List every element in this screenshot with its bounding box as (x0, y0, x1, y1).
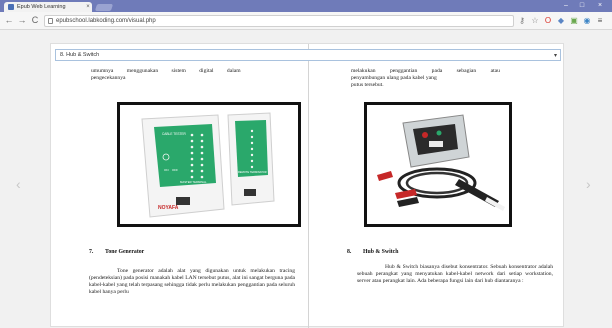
maximize-icon[interactable]: □ (576, 1, 588, 11)
menu-icon[interactable]: ≡ (596, 17, 604, 25)
browser-toolbar: ← → C epubschool.labkoding.com/visual.ph… (0, 12, 612, 30)
right-intro-text-2: penyambungan ulang pada kabel yang (351, 74, 437, 81)
back-icon[interactable]: ← (3, 14, 15, 27)
left-page-intro: umumnya menggunakan sistem digital dalam… (91, 68, 291, 82)
new-tab-button[interactable] (94, 4, 114, 11)
next-page-icon[interactable]: › (586, 176, 591, 192)
close-window-icon[interactable]: × (594, 1, 606, 11)
left-intro-text-2: pengecekannya (91, 74, 126, 81)
close-tab-icon[interactable]: × (84, 4, 92, 10)
ebook-spread: 8. Hub & Switch ▾ umumnya menggunakan si… (50, 43, 564, 328)
tone-generator-image (364, 102, 512, 227)
chevron-down-icon: ▾ (553, 52, 557, 59)
extension-icon[interactable]: ◆ (557, 17, 565, 25)
section-title: Tone Generator (105, 249, 145, 255)
star-icon[interactable]: ☆ (531, 17, 539, 25)
brand-logo: NOYAFA (158, 205, 179, 211)
section-heading-hub-switch: 8. Hub & Switch (347, 249, 398, 255)
book-spine (308, 44, 309, 328)
chapter-select-value: 8. Hub & Switch (60, 52, 100, 58)
section-number: 7. (89, 249, 94, 255)
address-bar[interactable]: epubschool.labkoding.com/visual.php (44, 15, 514, 27)
extension-toolbar: ⚷ ☆ O ◆ ▣ ◉ ≡ (518, 15, 604, 27)
remote-label: REMOTE TERMINATOR (238, 170, 267, 174)
browser-titlebar: Epub Web Learning × – □ × (0, 0, 612, 12)
extension-icon[interactable]: ◉ (583, 17, 591, 25)
minimize-icon[interactable]: – (560, 1, 572, 11)
section-heading-tone-generator: 7. Tone Generator (89, 249, 144, 255)
opera-icon[interactable]: O (544, 17, 552, 25)
right-intro-text-1: melakukan penggantian pada sebagian atau (351, 68, 500, 74)
cable-tester-image: CABLE TESTER ON OFF MASTER TERMINAL REMO… (117, 102, 301, 227)
forward-icon[interactable]: → (16, 14, 28, 27)
hub-switch-paragraph: Hub & Switch biasanya disebut konsentrat… (357, 264, 553, 284)
off-label: OFF (172, 168, 178, 172)
previous-page-icon[interactable]: ‹ (16, 176, 21, 192)
book-icon (8, 4, 14, 10)
page-icon (48, 18, 53, 24)
left-intro-line-1: umumnya menggunakan sistem digital dalam (91, 68, 291, 75)
right-page-intro: melakukan penggantian pada sebagian atau… (351, 68, 551, 88)
left-intro-text-1: umumnya menggunakan sistem digital dalam (91, 68, 241, 74)
chapter-select[interactable]: 8. Hub & Switch ▾ (55, 49, 561, 61)
tone-generator-paragraph: Tone generator adalah alat yang digunaka… (89, 268, 295, 295)
section-number: 8. (347, 249, 352, 255)
reader-page: ‹ › 8. Hub & Switch ▾ umumnya menggunaka… (0, 31, 612, 328)
on-label: ON (164, 168, 169, 172)
browser-tab[interactable]: Epub Web Learning × (4, 2, 92, 12)
cable-tester-label: CABLE TESTER (162, 132, 187, 136)
key-icon[interactable]: ⚷ (518, 17, 526, 25)
reload-icon[interactable]: C (29, 14, 41, 27)
tab-title: Epub Web Learning (17, 4, 66, 10)
url-text: epubschool.labkoding.com/visual.php (56, 18, 156, 24)
section-title: Hub & Switch (363, 249, 399, 255)
master-label: MASTER TERMINAL (180, 180, 207, 184)
extension-icon[interactable]: ▣ (570, 17, 578, 25)
right-intro-text-3: putus tersebut. (351, 81, 384, 88)
